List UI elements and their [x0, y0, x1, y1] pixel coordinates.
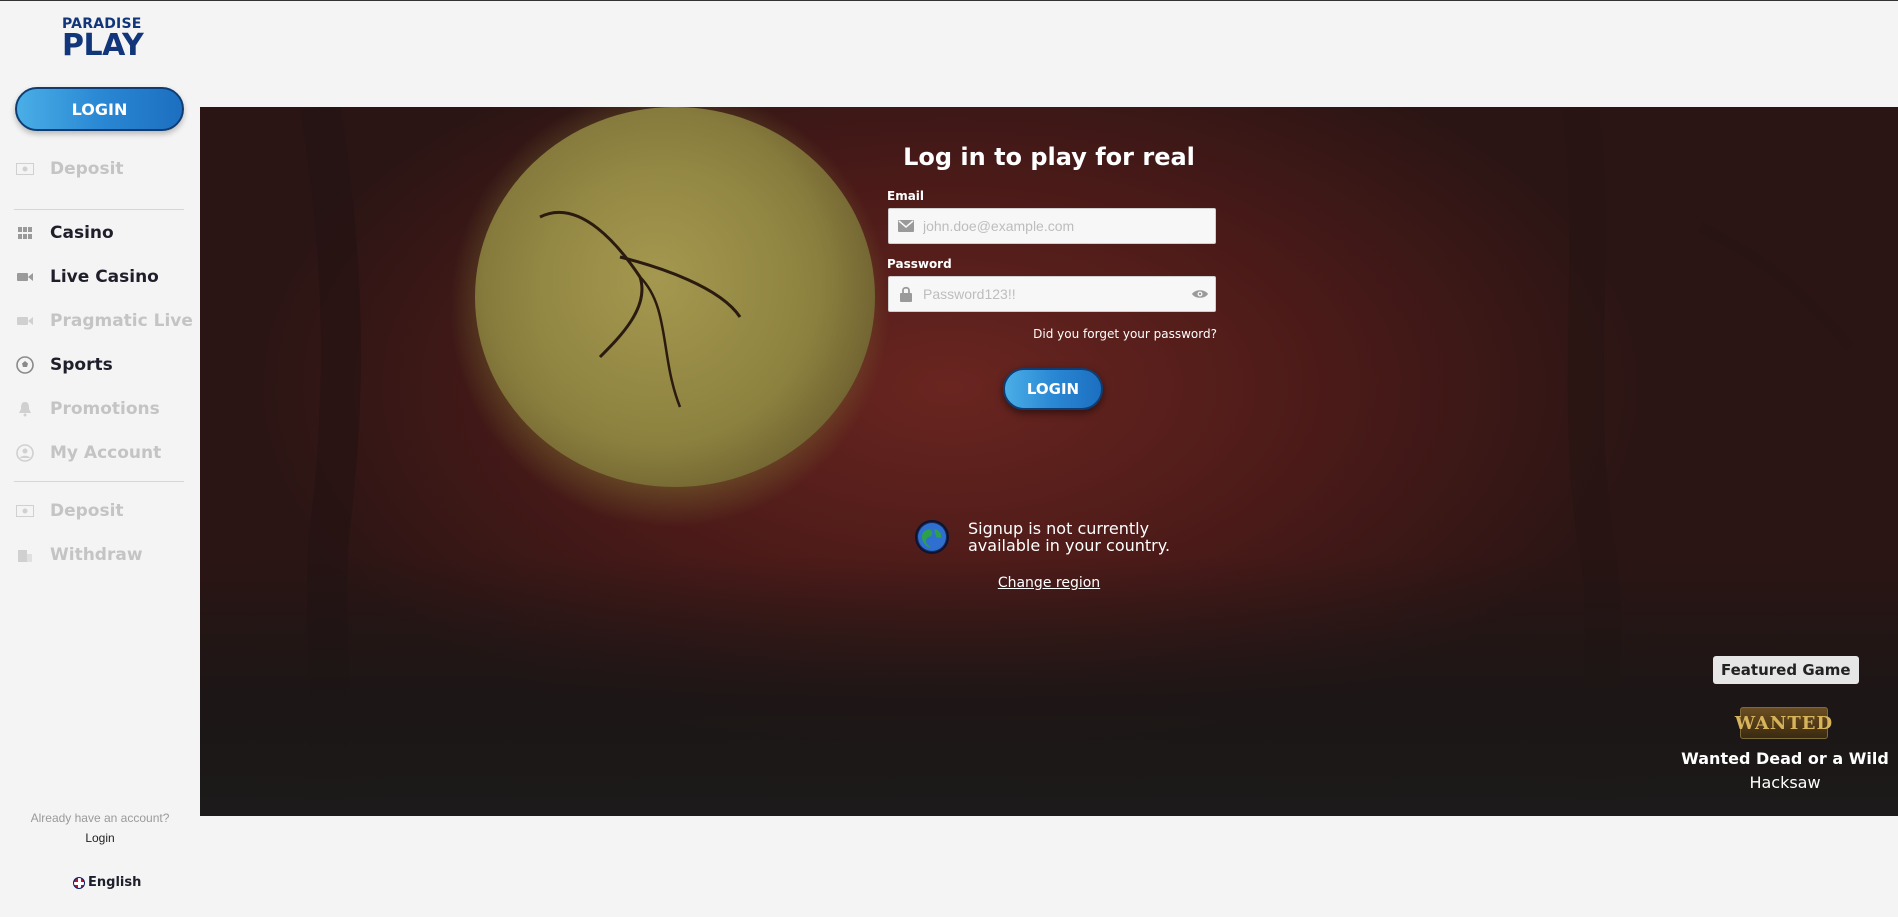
sidebar-item-my-account[interactable]: My Account — [14, 439, 161, 467]
sidebar: PARADISE PLAY LOGIN Deposit Casino Live … — [0, 1, 200, 917]
sidebar-item-withdraw[interactable]: Withdraw — [14, 541, 143, 569]
sidebar-item-label: Live Casino — [50, 267, 159, 287]
signup-unavailable-message: Signup is not currently available in you… — [968, 519, 1171, 555]
brand-line2: PLAY — [62, 28, 144, 63]
camera-icon — [14, 269, 36, 285]
sidebar-item-pragmatic-live[interactable]: Pragmatic Live — [14, 307, 193, 335]
sidebar-item-sports[interactable]: Sports — [14, 351, 113, 379]
sidebar-item-casino[interactable]: Casino — [14, 219, 114, 247]
featured-game-thumbnail[interactable]: WANTED — [1735, 707, 1832, 739]
sidebar-item-label: Pragmatic Live — [50, 311, 193, 331]
bell-icon — [14, 401, 36, 417]
login-title: Log in to play for real — [903, 143, 1195, 171]
login-submit-button[interactable]: LOGIN — [1003, 368, 1103, 410]
sidebar-item-deposit-2[interactable]: Deposit — [14, 497, 124, 525]
featured-game-badge: Featured Game — [1713, 656, 1859, 684]
camera-icon — [14, 313, 36, 329]
uk-flag-icon — [73, 876, 85, 889]
sidebar-item-label: Casino — [50, 223, 114, 243]
grid-icon — [14, 225, 36, 241]
email-field[interactable] — [888, 208, 1216, 244]
sidebar-login-button[interactable]: LOGIN — [15, 87, 184, 131]
sidebar-item-promotions[interactable]: Promotions — [14, 395, 160, 423]
money-icon — [14, 503, 36, 519]
featured-game-name[interactable]: Wanted Dead or a Wild — [1670, 749, 1898, 768]
featured-game-provider: Hacksaw — [1749, 773, 1821, 792]
user-circle-icon — [14, 444, 36, 462]
sidebar-login-link[interactable]: Login — [0, 831, 200, 845]
hero-banner: Log in to play for real Email Password D… — [200, 107, 1898, 816]
language-label: English — [88, 875, 142, 890]
sidebar-item-label: Deposit — [50, 501, 124, 521]
already-have-account-text: Already have an account? — [30, 811, 170, 825]
email-input[interactable] — [923, 218, 1173, 234]
sidebar-item-label: Promotions — [50, 399, 160, 419]
sidebar-item-label: Deposit — [50, 159, 124, 179]
sidebar-item-live-casino[interactable]: Live Casino — [14, 263, 159, 291]
globe-icon — [915, 520, 949, 554]
password-label: Password — [887, 257, 952, 271]
language-selector[interactable]: English — [73, 875, 141, 890]
sidebar-item-deposit[interactable]: Deposit — [14, 155, 124, 183]
sidebar-divider — [14, 209, 184, 210]
game-thumb-logo-text: WANTED — [1734, 712, 1834, 734]
sidebar-item-label: Sports — [50, 355, 113, 375]
mail-icon — [897, 220, 915, 232]
sidebar-item-label: My Account — [50, 443, 162, 463]
eye-icon[interactable] — [1191, 287, 1209, 305]
password-field[interactable] — [888, 276, 1216, 312]
brand-logo[interactable]: PARADISE PLAY — [62, 17, 144, 63]
soccer-ball-icon — [14, 356, 36, 374]
email-label: Email — [887, 189, 925, 203]
change-region-link[interactable]: Change region — [200, 575, 1898, 591]
password-input[interactable] — [923, 286, 1173, 302]
sidebar-item-label: Withdraw — [50, 545, 143, 565]
lock-icon — [897, 286, 915, 302]
money-icon — [14, 161, 36, 177]
forgot-password-link[interactable]: Did you forget your password? — [1020, 327, 1217, 341]
fog-overlay — [200, 556, 1898, 816]
bank-icon — [14, 547, 36, 563]
sidebar-divider — [14, 481, 184, 482]
